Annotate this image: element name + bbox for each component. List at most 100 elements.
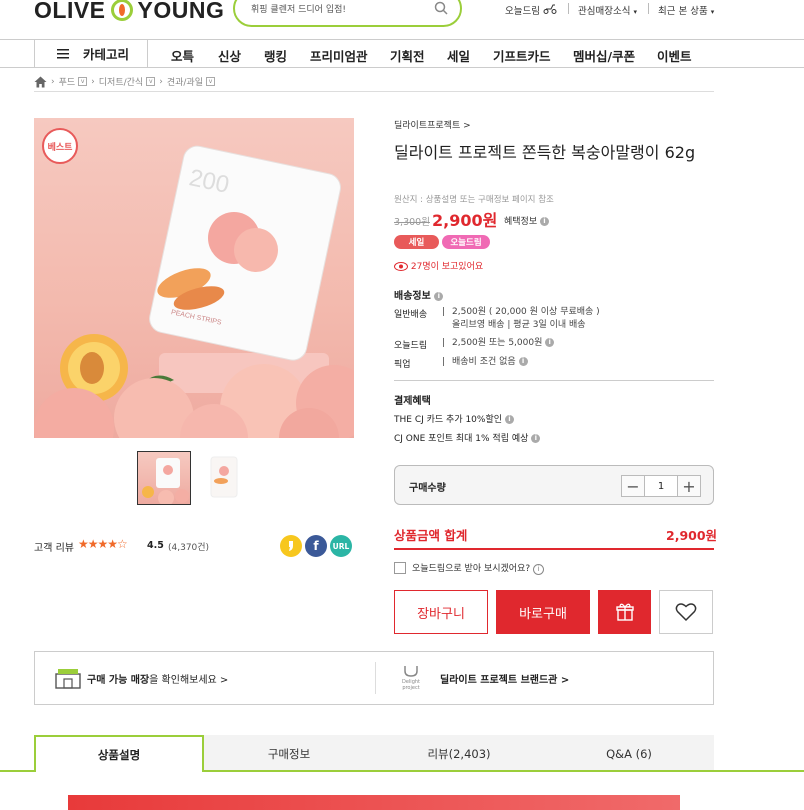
best-badge: 베스트	[42, 128, 78, 164]
brand-link[interactable]: 딜라이트프로젝트 >	[394, 118, 471, 131]
origin-info: 원산지 : 상품설명 또는 구매정보 페이지 참조	[394, 195, 554, 205]
nav-item[interactable]: 세일	[447, 46, 470, 65]
kakao-share-icon[interactable]	[280, 535, 302, 557]
main-nav: 카테고리 오특 신상 랭킹 프리미엄관 기획전 세일 기프트카드 멤버십/쿠폰 …	[0, 39, 804, 68]
total-underline	[394, 548, 714, 550]
heart-icon	[675, 603, 697, 622]
brand-shop-text: 딜라이트 프로젝트 브랜드관 >	[440, 674, 570, 686]
payment-benefit-text: THE CJ 카드 추가 10%할인	[394, 415, 503, 425]
today-delivery-option: 오늘드림으로 받아 보시겠어요? i	[412, 561, 545, 575]
nav-item[interactable]: 랭킹	[264, 46, 287, 65]
product-main-image: 200 PEACH STRIPS	[34, 118, 354, 438]
nav-item[interactable]: 신상	[218, 46, 241, 65]
tab-description[interactable]: 상품설명	[34, 735, 204, 772]
home-icon[interactable]	[34, 76, 47, 88]
hamburger-icon	[57, 48, 69, 58]
brand-logo: Delight project	[398, 665, 424, 691]
plus-button[interactable]: +	[678, 476, 700, 496]
breadcrumb-item[interactable]: 디저트/간식	[99, 75, 143, 88]
delivery-title-text: 배송정보	[394, 291, 431, 302]
divider	[394, 380, 714, 381]
dropdown-icon[interactable]: v	[205, 77, 215, 86]
tab-qna[interactable]: Q&A (6)	[544, 735, 714, 772]
quantity-input[interactable]: 1	[644, 476, 678, 496]
payment-benefit: CJ ONE 포인트 최대 1% 적립 예상 i	[394, 431, 541, 444]
logo[interactable]: OLIVE YOUNG	[34, 0, 224, 24]
delivery-label: 픽업	[394, 360, 411, 370]
today-delivery-checkbox[interactable]	[394, 562, 406, 574]
brand-shop-link[interactable]: Delight project 딜라이트 프로젝트 브랜드관 >	[376, 652, 713, 704]
category-menu-button[interactable]: 카테고리	[34, 40, 148, 67]
breadcrumb-item[interactable]: 견과/과일	[167, 75, 203, 88]
brand-logo-icon	[404, 666, 418, 677]
quantity-box: 구매수량 − 1 +	[394, 465, 714, 505]
detail-tabs: 상품설명 구매정보 리뷰(2,403) Q&A (6)	[34, 735, 714, 772]
caret-down-icon: ▾	[633, 8, 637, 16]
info-icon[interactable]: i	[545, 338, 555, 347]
chevron-right-icon: ›	[51, 76, 55, 87]
url-share-icon[interactable]: URL	[330, 535, 352, 557]
peach-product-illustration: 200 PEACH STRIPS	[34, 145, 354, 438]
rating-stars: ★★★★☆	[78, 537, 128, 551]
viewing-text: 27명이 보고있어요	[410, 262, 484, 272]
dropdown-icon[interactable]: v	[78, 77, 88, 86]
store-finder-link[interactable]: 구매 가능 매장을 확인해보세요 >	[35, 652, 375, 704]
nav-item[interactable]: 기획전	[390, 46, 425, 65]
breadcrumb-item[interactable]: 푸드	[59, 75, 76, 88]
thumbnail-1[interactable]	[137, 451, 191, 506]
util-divider	[568, 3, 569, 14]
delivery-value: 배송비 조건 없음 i	[452, 356, 528, 369]
search-icon[interactable]	[434, 1, 448, 15]
store-finder-rest: 을 확인해보세요 >	[149, 674, 229, 686]
info-icon[interactable]: i	[540, 217, 549, 226]
tab-purchase-info[interactable]: 구매정보	[204, 735, 374, 772]
store-finder-text: 구매 가능 매장을 확인해보세요 >	[87, 671, 228, 686]
info-icon[interactable]: i	[533, 564, 545, 575]
util-store-news[interactable]: 관심매장소식 ▾	[578, 3, 637, 17]
delivery-title: 배송정보 i	[394, 287, 444, 302]
util-divider	[648, 3, 649, 14]
cart-button[interactable]: 장바구니	[394, 590, 488, 634]
sale-tag: 세일	[394, 235, 439, 249]
info-icon[interactable]: i	[518, 357, 528, 366]
today-delivery-tag: 오늘드림	[442, 235, 490, 249]
buy-now-button[interactable]: 바로구매	[496, 590, 590, 634]
util-store-label: 관심매장소식	[578, 6, 631, 17]
tab-reviews[interactable]: 리뷰(2,403)	[374, 735, 544, 772]
logo-text-left: OLIVE	[34, 0, 106, 23]
dropdown-icon[interactable]: v	[146, 77, 156, 86]
gift-button[interactable]	[598, 590, 651, 634]
nav-item[interactable]: 이벤트	[657, 46, 692, 65]
benefit-info[interactable]: 혜택정보 i	[504, 214, 549, 227]
review-count[interactable]: (4,370건)	[168, 540, 209, 553]
wishlist-button[interactable]	[659, 590, 713, 634]
review-label: 고객 리뷰	[34, 543, 74, 554]
store-icon	[55, 669, 81, 689]
eye-icon	[394, 262, 408, 271]
search-input[interactable]: 휘핑 클렌저 드디어 입점!	[251, 2, 346, 15]
util-recent[interactable]: 최근 본 상품 ▾	[658, 3, 714, 17]
info-icon[interactable]: i	[434, 291, 444, 301]
info-icon[interactable]: i	[504, 415, 514, 424]
facebook-share-icon[interactable]: f	[305, 535, 327, 557]
nav-item[interactable]: 기프트카드	[493, 46, 551, 65]
nav-item[interactable]: 오특	[171, 46, 194, 65]
payment-title: 결제혜택	[394, 396, 431, 407]
nav-item[interactable]: 프리미엄관	[310, 46, 368, 65]
rating-score: 4.5	[147, 540, 164, 551]
info-icon[interactable]: i	[531, 434, 541, 443]
logo-text-right: YOUNG	[137, 0, 225, 23]
search-box[interactable]: 휘핑 클렌저 드디어 입점!	[233, 0, 462, 27]
minus-button[interactable]: −	[622, 476, 644, 496]
payment-benefit-text: CJ ONE 포인트 최대 1% 적립 예상	[394, 434, 529, 444]
util-today-delivery[interactable]: 오늘드림	[505, 3, 557, 17]
tab-underline	[204, 770, 804, 772]
category-label: 카테고리	[83, 47, 130, 62]
delivery-value-sub: 올리브영 배송 | 평균 3일 이내 배송	[452, 320, 586, 330]
nav-item[interactable]: 멤버십/쿠폰	[573, 46, 635, 65]
util-today-label: 오늘드림	[505, 6, 540, 17]
delivery-sep: |	[442, 338, 446, 348]
store-finder-bold: 구매 가능 매장	[87, 674, 150, 686]
thumbnail-2[interactable]	[197, 451, 251, 505]
benefit-label: 혜택정보	[504, 217, 538, 227]
